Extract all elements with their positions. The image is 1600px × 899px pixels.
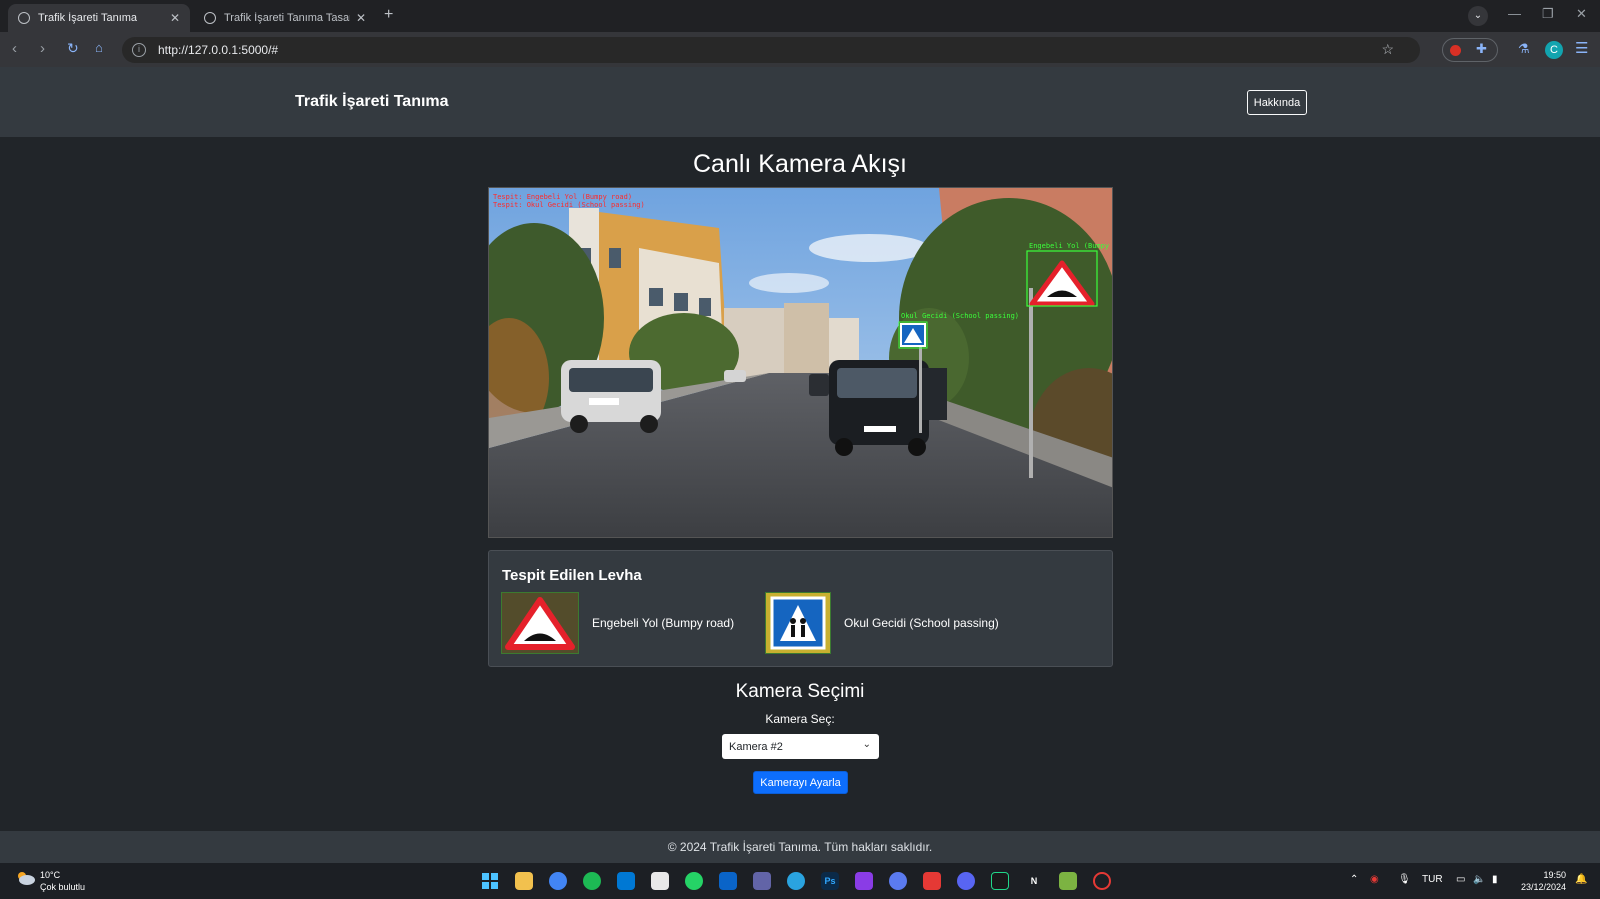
detected-signs-panel: Tespit Edilen Levha Engebeli Yol (Bumpy … <box>488 550 1113 667</box>
tab-title: Trafik İşareti Tanıma <box>38 12 138 24</box>
photoshop-icon[interactable]: Ps <box>821 872 839 890</box>
weather-description[interactable]: Çok bulutlu <box>40 882 85 892</box>
tab-trafik-isareti-tanima-tasarimi[interactable]: Trafik İşareti Tanıma Tasarımı ✕ <box>194 4 376 32</box>
stream-title: Canlı Kamera Akışı <box>693 150 907 178</box>
restore-icon[interactable]: ❐ <box>1542 6 1554 22</box>
site-info-icon[interactable]: i <box>132 43 146 57</box>
file-explorer-icon[interactable] <box>515 872 533 890</box>
tab-trafik-isareti-tanima[interactable]: Trafik İşareti Tanıma ✕ <box>8 4 190 32</box>
app-icon[interactable] <box>1059 872 1077 890</box>
forward-arrow-icon[interactable]: › <box>40 40 45 57</box>
battery-icon[interactable]: ▮ <box>1492 874 1498 885</box>
labs-flask-icon[interactable]: ⚗ <box>1518 41 1530 57</box>
outlook-icon[interactable] <box>719 872 737 890</box>
bumpy-road-sign-icon <box>501 592 579 654</box>
network-icon[interactable]: ▭ <box>1456 874 1465 885</box>
weather-temperature[interactable]: 10°C <box>40 870 60 880</box>
brand-title[interactable]: Trafik İşareti Tanıma <box>295 93 449 111</box>
home-icon[interactable]: ⌂ <box>95 40 103 55</box>
camera-selection-title: Kamera Seçimi <box>735 681 865 702</box>
menu-icon[interactable]: ☰ <box>1575 39 1588 57</box>
bounding-box-label: Okul Gecidi (School passing) <box>901 312 1020 320</box>
reload-icon[interactable]: ↻ <box>67 40 79 57</box>
tray-app-icon[interactable]: ◉ <box>1370 874 1379 885</box>
whatsapp-icon[interactable] <box>685 872 703 890</box>
browser-toolbar: ‹ › ↻ ⌂ i http://127.0.0.1:5000/# ☆ ✚ ⚗ … <box>0 32 1600 67</box>
tab-title: Trafik İşareti Tanıma Tasarımı <box>224 12 350 24</box>
overlay-detection-line: Tespit: Engebeli Yol (Bumpy road) <box>493 193 633 201</box>
close-window-icon[interactable]: ✕ <box>1576 6 1587 22</box>
browser-tab-bar: Trafik İşareti Tanıma ✕ Trafik İşareti T… <box>0 0 1600 32</box>
camera-select-dropdown[interactable]: Kamera #2 ⌄ <box>722 734 879 759</box>
clock-date[interactable]: 23/12/2024 <box>1514 882 1566 892</box>
record-extension-icon[interactable] <box>1450 45 1461 56</box>
teams-icon[interactable] <box>753 872 771 890</box>
profile-avatar[interactable]: C <box>1545 41 1563 59</box>
minimize-icon[interactable]: — <box>1508 6 1521 21</box>
pdf-to-jpg-icon[interactable] <box>923 872 941 890</box>
street-scene-image <box>489 188 1112 537</box>
about-button[interactable]: Hakkında <box>1247 90 1307 115</box>
tab-search-chevron-icon[interactable]: ⌄ <box>1468 6 1488 26</box>
school-crossing-sign-icon <box>765 592 831 654</box>
spotify-icon[interactable] <box>583 872 601 890</box>
tray-overflow-chevron-icon[interactable]: ⌃ <box>1350 874 1358 885</box>
footer: © 2024 Trafik İşareti Tanıma. Tüm haklar… <box>0 831 1600 863</box>
new-tab-button[interactable]: + <box>384 6 393 24</box>
puzzle-extension-icon[interactable]: ✚ <box>1476 41 1487 57</box>
detected-sign-name: Engebeli Yol (Bumpy road) <box>592 616 735 630</box>
overlay-detection-line: Tespit: Okul Gecidi (School passing) <box>493 201 645 209</box>
bookmark-icon[interactable]: ☆ <box>1381 41 1394 58</box>
clock-time[interactable]: 19:50 <box>1514 870 1566 880</box>
discord-icon[interactable] <box>957 872 975 890</box>
detected-panel-title: Tespit Edilen Levha <box>502 567 642 584</box>
taskbar: 10°C Çok bulutlu Ps N ⌃ ◉ 🎙 TUR ▭ 🔈 ▮ 19… <box>0 863 1600 899</box>
firefox-icon[interactable] <box>889 872 907 890</box>
bounding-box-label: Engebeli Yol (Bumpy road) <box>1029 242 1112 250</box>
store-icon[interactable] <box>651 872 669 890</box>
camera-select-label: Kamera Seç: <box>765 712 835 726</box>
recorder-icon[interactable] <box>1093 872 1111 890</box>
start-windows-icon[interactable] <box>481 872 499 890</box>
notification-bell-icon[interactable]: 🔔 <box>1575 874 1587 885</box>
telegram-icon[interactable] <box>787 872 805 890</box>
microphone-icon[interactable]: 🎙 <box>1398 874 1411 885</box>
address-bar[interactable]: i http://127.0.0.1:5000/# ☆ <box>122 37 1420 63</box>
camera-select-value: Kamera #2 <box>729 740 783 753</box>
apply-camera-button[interactable]: Kamerayı Ayarla <box>753 771 848 794</box>
camera-feed: Tespit: Engebeli Yol (Bumpy road) Tespit… <box>488 187 1113 538</box>
cloudy-weather-icon[interactable] <box>15 871 35 885</box>
web-page: Trafik İşareti Tanıma Hakkında Canlı Kam… <box>0 67 1600 863</box>
volume-icon[interactable]: 🔈 <box>1473 874 1485 885</box>
close-tab-icon[interactable]: ✕ <box>170 11 180 25</box>
globe-icon <box>18 12 30 24</box>
globe-icon <box>204 12 216 24</box>
navbar: Trafik İşareti Tanıma Hakkında <box>0 67 1600 137</box>
close-tab-icon[interactable]: ✕ <box>356 11 366 25</box>
notion-icon[interactable]: N <box>1025 872 1043 890</box>
pycharm-icon[interactable] <box>991 872 1009 890</box>
input-language[interactable]: TUR <box>1422 874 1443 885</box>
back-arrow-icon[interactable]: ‹ <box>12 40 17 57</box>
chrome-icon[interactable] <box>549 872 567 890</box>
vscode-icon[interactable] <box>617 872 635 890</box>
detected-sign-name: Okul Gecidi (School passing) <box>844 616 999 630</box>
visual-studio-icon[interactable] <box>855 872 873 890</box>
address-url: http://127.0.0.1:5000/# <box>158 43 279 57</box>
chevron-down-icon: ⌄ <box>862 739 871 750</box>
